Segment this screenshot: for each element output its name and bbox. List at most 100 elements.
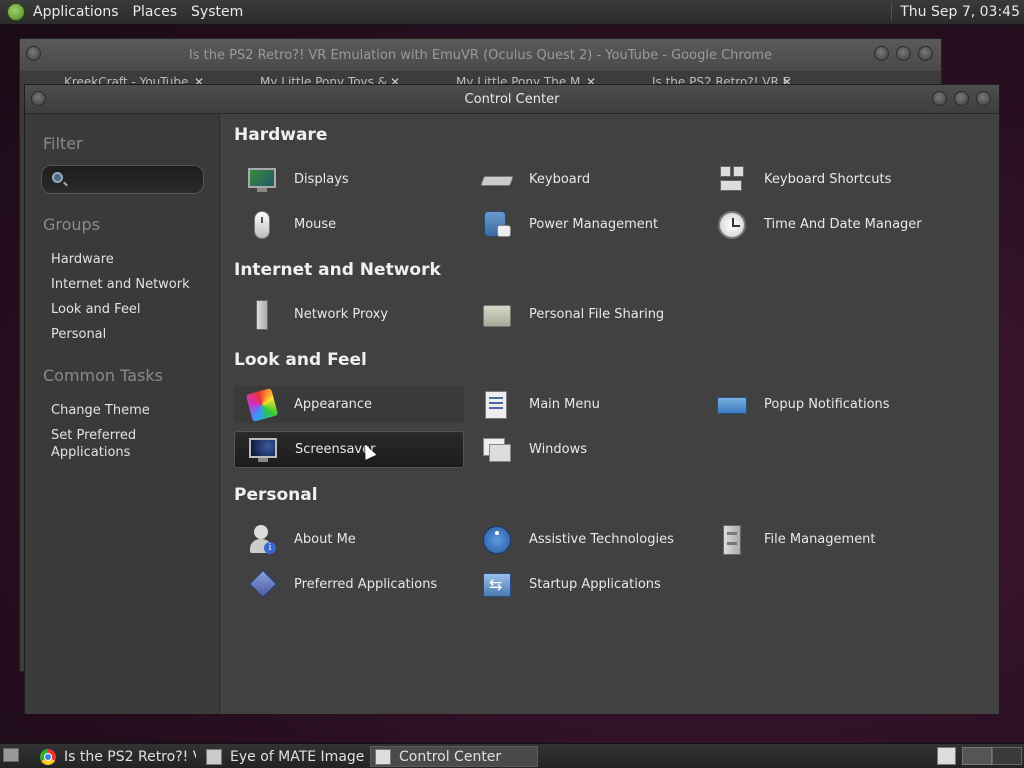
item-label: Keyboard Shortcuts	[764, 172, 892, 187]
minimize-icon[interactable]	[932, 91, 947, 106]
section-title-internet-and-network: Internet and Network	[234, 260, 441, 280]
item-label: Network Proxy	[294, 307, 389, 322]
item-main-menu[interactable]: Main Menu	[469, 386, 699, 423]
item-startup-applications[interactable]: Startup Applications	[469, 566, 699, 603]
close-icon[interactable]	[976, 91, 991, 106]
mate-logo-icon[interactable]	[7, 3, 25, 21]
clock[interactable]: Thu Sep 7, 03:45	[900, 4, 1020, 20]
mouse-icon	[246, 209, 278, 241]
task-control-center[interactable]: Control Center	[370, 746, 538, 767]
appearance-icon	[245, 387, 279, 422]
item-personal-file-sharing[interactable]: Personal File Sharing	[469, 296, 699, 333]
task-label: Is the PS2 Retro?! V...	[64, 748, 196, 765]
item-label: Windows	[529, 442, 588, 457]
top-panel: Applications Places System Thu Sep 7, 03…	[0, 0, 1024, 25]
bottom-panel: Is the PS2 Retro?! V... Eye of MATE Imag…	[0, 743, 1024, 768]
panel-separator	[891, 3, 893, 21]
item-keyboard-shortcuts[interactable]: Keyboard Shortcuts	[704, 161, 934, 198]
chrome-titlebar[interactable]: Is the PS2 Retro?! VR Emulation with Emu…	[20, 39, 941, 71]
chrome-tab-strip: KreekCraft - YouTube ✕ My Little Pony Toy…	[20, 71, 941, 85]
item-time-and-date-manager[interactable]: Time And Date Manager	[704, 206, 934, 243]
clock-icon	[716, 209, 748, 241]
window-title: Control Center	[464, 91, 560, 107]
chrome-tab[interactable]: My Little Pony The M ✕	[412, 71, 608, 85]
maximize-icon[interactable]	[896, 46, 911, 61]
item-label: Assistive Technologies	[529, 532, 674, 547]
main-panel: Hardware Displays Keyboard Keyboard Shor…	[220, 114, 999, 714]
startup-apps-icon	[481, 569, 513, 601]
item-appearance[interactable]: Appearance	[234, 386, 464, 423]
item-preferred-applications[interactable]: Preferred Applications	[234, 566, 464, 603]
close-icon[interactable]: ✕	[586, 71, 596, 85]
section-title-look-and-feel: Look and Feel	[234, 350, 367, 370]
item-label: Time And Date Manager	[764, 217, 922, 232]
workspace-2[interactable]	[992, 747, 1022, 765]
common-tasks-heading: Common Tasks	[43, 366, 164, 385]
accessibility-icon	[481, 524, 513, 556]
item-label: Startup Applications	[529, 577, 661, 592]
item-network-proxy[interactable]: Network Proxy	[234, 296, 464, 333]
item-label: Appearance	[294, 397, 373, 412]
item-about-me[interactable]: i About Me	[234, 521, 464, 558]
task-chrome[interactable]: Is the PS2 Retro?! V...	[36, 746, 196, 767]
network-proxy-icon	[246, 299, 278, 331]
show-desktop-icon[interactable]	[3, 748, 19, 762]
task-label: Eye of MATE Image ...	[230, 748, 367, 765]
task-label: Control Center	[399, 748, 502, 765]
folder-share-icon	[481, 299, 513, 331]
item-windows[interactable]: Windows	[469, 431, 699, 468]
close-icon[interactable]: ✕	[782, 71, 792, 85]
chrome-icon	[40, 748, 56, 765]
close-icon[interactable]: ✕	[194, 71, 204, 85]
workspace-1[interactable]	[962, 747, 992, 765]
section-title-personal: Personal	[234, 485, 318, 505]
item-displays[interactable]: Displays	[234, 161, 464, 198]
item-screensaver[interactable]: Screensaver	[234, 431, 464, 468]
item-label: Mouse	[294, 217, 337, 232]
file-cabinet-icon	[716, 524, 748, 556]
task-change-theme[interactable]: Change Theme	[51, 402, 150, 419]
item-file-management[interactable]: File Management	[704, 521, 934, 558]
places-menu[interactable]: Places	[133, 4, 178, 20]
task-set-preferred-applications[interactable]: Set Preferred Applications	[51, 427, 171, 461]
item-label: Displays	[294, 172, 349, 187]
minimize-icon[interactable]	[874, 46, 889, 61]
maximize-icon[interactable]	[954, 91, 969, 106]
close-icon[interactable]	[918, 46, 933, 61]
main-menu-icon	[481, 389, 513, 421]
power-management-icon	[481, 209, 513, 241]
chrome-tab[interactable]: KreekCraft - YouTube ✕	[20, 71, 216, 85]
item-mouse[interactable]: Mouse	[234, 206, 464, 243]
applications-menu[interactable]: Applications	[33, 4, 119, 20]
group-link-hardware[interactable]: Hardware	[51, 251, 114, 268]
preferred-apps-icon	[246, 569, 278, 601]
chrome-window-title: Is the PS2 Retro?! VR Emulation with Emu…	[188, 47, 773, 63]
window-menu-icon[interactable]	[26, 46, 41, 61]
group-link-personal[interactable]: Personal	[51, 326, 106, 343]
filter-heading: Filter	[43, 134, 83, 153]
item-power-management[interactable]: Power Management	[469, 206, 699, 243]
tray-app-icon[interactable]	[937, 747, 956, 765]
item-assistive-technologies[interactable]: Assistive Technologies	[469, 521, 699, 558]
task-eye-of-mate[interactable]: Eye of MATE Image ...	[202, 746, 367, 767]
chrome-tab[interactable]: Is the PS2 Retro?! VR E ✕	[608, 71, 804, 85]
control-center-titlebar[interactable]: Control Center	[25, 85, 999, 114]
filter-search-box[interactable]	[41, 165, 204, 194]
item-popup-notifications[interactable]: Popup Notifications	[704, 386, 934, 423]
control-center-window[interactable]: Control Center Filter Groups Hardware In…	[24, 84, 1000, 714]
window-menu-icon[interactable]	[31, 91, 46, 106]
item-label: File Management	[764, 532, 876, 547]
item-keyboard[interactable]: Keyboard	[469, 161, 699, 198]
filter-input[interactable]	[76, 170, 200, 190]
system-menu[interactable]: System	[191, 4, 243, 20]
group-link-look-and-feel[interactable]: Look and Feel	[51, 301, 141, 318]
item-label: Popup Notifications	[764, 397, 890, 412]
item-label: Keyboard	[529, 172, 591, 187]
close-icon[interactable]: ✕	[390, 71, 400, 85]
group-link-internet-and-network[interactable]: Internet and Network	[51, 276, 190, 293]
item-label: Main Menu	[529, 397, 600, 412]
keyboard-shortcuts-icon	[716, 164, 748, 196]
chrome-tab[interactable]: My Little Pony Toys & ✕	[216, 71, 412, 85]
keyboard-icon	[480, 164, 514, 196]
windows-icon	[481, 434, 513, 466]
